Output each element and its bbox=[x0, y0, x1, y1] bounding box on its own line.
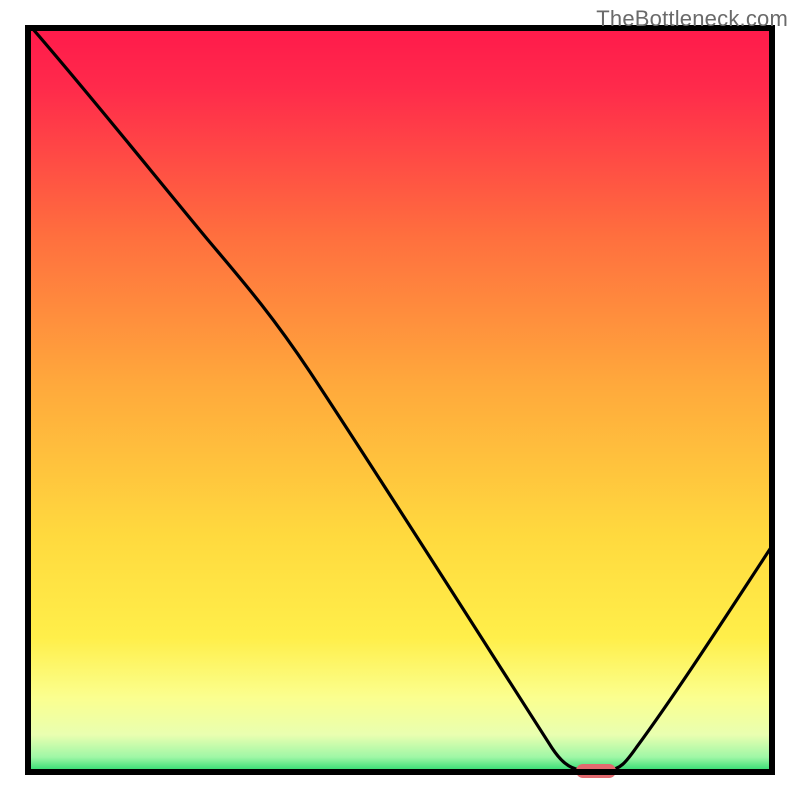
gradient-plot-area bbox=[28, 28, 772, 772]
chart-stage: TheBottleneck.com bbox=[0, 0, 800, 800]
bottleneck-chart bbox=[0, 0, 800, 800]
watermark-text: TheBottleneck.com bbox=[596, 6, 788, 32]
